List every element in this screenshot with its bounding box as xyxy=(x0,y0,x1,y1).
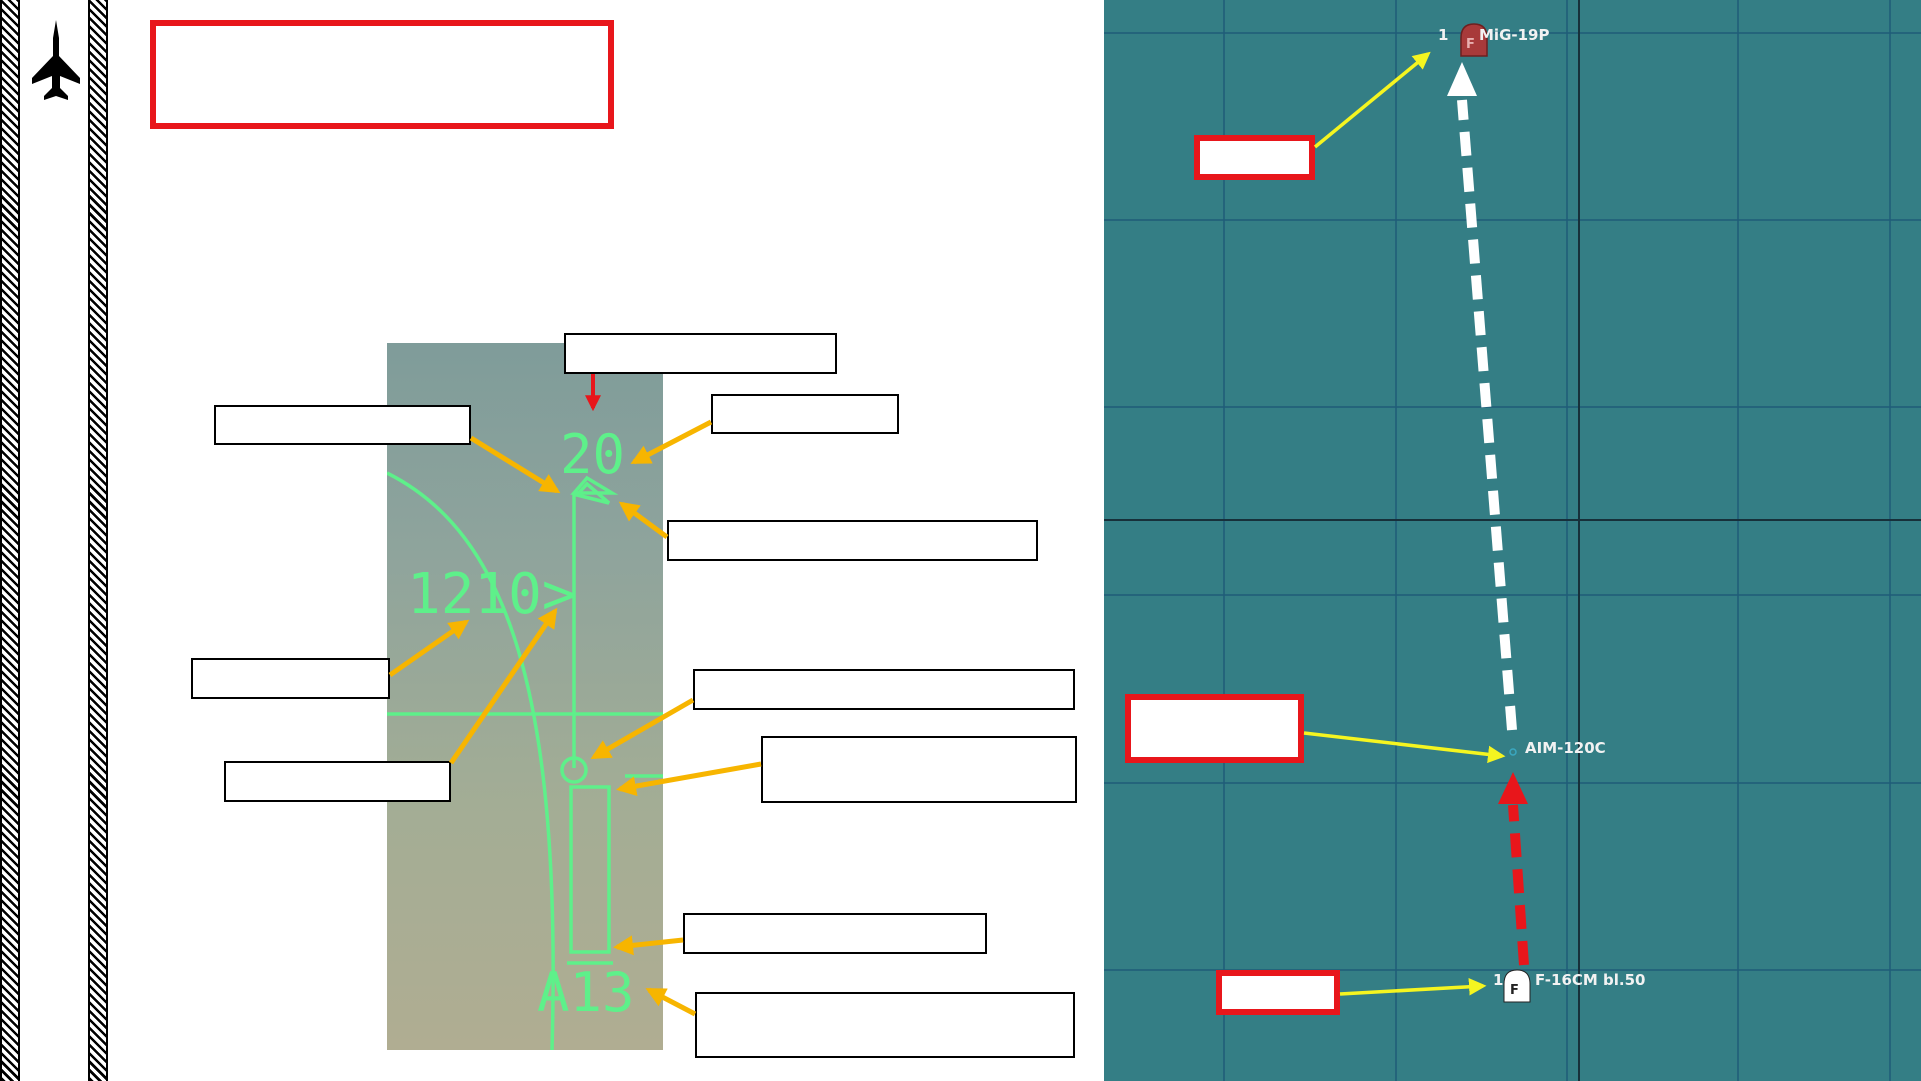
missile-marker xyxy=(1509,748,1517,756)
fighter-jet-icon xyxy=(32,20,80,100)
target-name-label: MiG-19P xyxy=(1479,26,1550,44)
ownship-count: 1 xyxy=(1493,971,1504,989)
callout-box-left-3 xyxy=(224,761,451,802)
hud-target-range: 1210> xyxy=(407,562,576,627)
callout-box-top xyxy=(564,333,837,374)
title-box xyxy=(150,20,614,129)
callout-box-right-4 xyxy=(761,736,1077,803)
map-callout-box-missile xyxy=(1125,694,1304,763)
callout-box-right-2 xyxy=(667,520,1038,561)
callout-box-left-1 xyxy=(214,405,471,445)
altitude-bar xyxy=(569,785,611,954)
missile-path xyxy=(1457,99,1517,731)
ownship-name-label: F-16CM bl.50 xyxy=(1535,971,1646,989)
callout-box-right-3 xyxy=(693,669,1075,710)
target-count: 1 xyxy=(1438,26,1449,44)
callout-box-right-5 xyxy=(683,913,987,954)
ownship-badge: F xyxy=(1510,983,1519,998)
right-hatched-border xyxy=(88,0,108,1081)
target-badge: F xyxy=(1466,37,1475,52)
hud-image: 20 1210> A13 xyxy=(387,343,663,1050)
map-callout-box-target xyxy=(1194,135,1315,180)
left-hatched-border xyxy=(0,0,20,1081)
callout-box-right-6 xyxy=(695,992,1075,1058)
callout-box-right-1 xyxy=(711,394,899,434)
hud-heading-value: 20 xyxy=(560,423,625,486)
launch-path-arrowhead xyxy=(1498,772,1528,804)
tactical-map: F F 1 MiG-19P AIM-120C 1 F-16CM bl.50 xyxy=(1104,0,1921,1081)
callout-box-left-2 xyxy=(191,658,390,699)
missile-path-arrowhead xyxy=(1447,62,1477,96)
map-callout-box-ownship xyxy=(1216,970,1340,1015)
launch-path xyxy=(1508,804,1529,966)
hud-altitude-label: A13 xyxy=(537,961,635,1024)
missile-name-label: AIM-120C xyxy=(1525,739,1606,757)
